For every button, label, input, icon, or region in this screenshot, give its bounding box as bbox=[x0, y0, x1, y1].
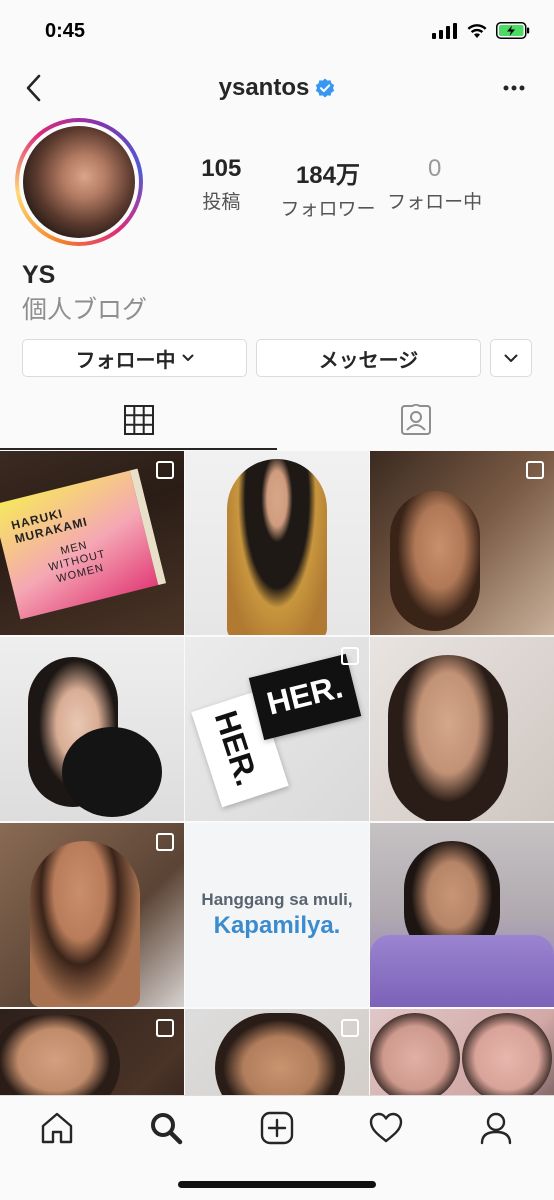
cellular-signal-icon bbox=[432, 22, 457, 39]
post-thumbnail[interactable]: Hanggang sa muli, Kapamilya. bbox=[185, 823, 369, 1007]
username: ysantos bbox=[218, 74, 310, 101]
multiple-photos-icon bbox=[156, 833, 174, 851]
profile-stats: 105 投稿 184万 フォロワー 0 フォロー中 bbox=[168, 155, 488, 221]
photo-subject bbox=[370, 1013, 460, 1095]
her-card-text: HER. bbox=[207, 706, 266, 791]
new-post-icon bbox=[260, 1111, 294, 1145]
her-card-text: HER. bbox=[263, 668, 347, 722]
grid-icon bbox=[123, 405, 154, 435]
followers-count[interactable]: 184万 フォロワー bbox=[278, 155, 378, 221]
nav-home[interactable] bbox=[37, 1108, 77, 1148]
search-icon bbox=[151, 1113, 183, 1145]
nav-new-post[interactable] bbox=[257, 1108, 297, 1148]
verified-badge-icon bbox=[316, 78, 335, 98]
profile-header: ysantos bbox=[0, 62, 554, 116]
username-title: ysantos bbox=[0, 74, 554, 102]
following-count-value: 0 bbox=[427, 155, 442, 182]
post-thumbnail[interactable]: HER. HER. bbox=[185, 637, 369, 821]
posts-grid: HARUKI MURAKAMI MEN WITHOUT WOMEN HER. H… bbox=[0, 451, 554, 1095]
multiple-photos-icon bbox=[156, 461, 174, 479]
message-button[interactable]: メッセージ bbox=[256, 339, 481, 377]
chevron-down-icon bbox=[504, 354, 518, 362]
photo-subject bbox=[0, 1015, 120, 1095]
tab-tagged[interactable] bbox=[277, 392, 554, 448]
photo-subject bbox=[30, 841, 140, 1007]
book-title: HARUKI MURAKAMI bbox=[9, 506, 90, 547]
more-options-button[interactable] bbox=[500, 76, 528, 100]
followers-count-value: 184万 bbox=[295, 162, 360, 189]
post-thumbnail[interactable] bbox=[370, 451, 554, 635]
status-icons bbox=[432, 22, 530, 39]
chevron-down-icon bbox=[182, 354, 193, 361]
following-button-label: フォロー中 bbox=[75, 349, 176, 372]
post-thumbnail[interactable] bbox=[0, 823, 184, 1007]
suggested-accounts-button[interactable] bbox=[490, 339, 532, 377]
posts-count-label: 投稿 bbox=[202, 192, 241, 213]
following-count[interactable]: 0 フォロー中 bbox=[385, 155, 485, 221]
status-time: 0:45 bbox=[45, 20, 86, 42]
profile-icon bbox=[480, 1112, 512, 1145]
posts-count-value: 105 bbox=[201, 155, 242, 182]
home-icon bbox=[41, 1112, 73, 1144]
book-subtitle: MEN WITHOUT WOMEN bbox=[47, 539, 108, 586]
followers-count-label: フォロワー bbox=[280, 199, 376, 220]
nav-search[interactable] bbox=[146, 1108, 186, 1148]
photo-subject bbox=[388, 655, 508, 821]
book-image: HARUKI MURAKAMI MEN WITHOUT WOMEN bbox=[0, 468, 167, 620]
photo-subject bbox=[390, 491, 480, 631]
wifi-icon bbox=[467, 23, 487, 38]
purple-blanket bbox=[370, 935, 554, 1007]
avatar[interactable] bbox=[15, 118, 143, 246]
tab-posts-grid[interactable] bbox=[0, 392, 277, 450]
activity-heart-icon bbox=[369, 1112, 403, 1143]
following-button[interactable]: フォロー中 bbox=[22, 339, 247, 377]
photo-subject bbox=[227, 459, 327, 635]
post-thumbnail[interactable] bbox=[370, 823, 554, 1007]
home-indicator bbox=[178, 1181, 376, 1188]
post-caption-line2: Kapamilya. bbox=[213, 912, 341, 939]
profile-name: YS bbox=[22, 261, 56, 289]
profile-category: 個人ブログ bbox=[22, 296, 148, 324]
status-bar: 0:45 bbox=[0, 0, 554, 62]
message-button-label: メッセージ bbox=[318, 349, 419, 372]
post-caption-line1: Hanggang sa muli, bbox=[201, 890, 353, 909]
post-thumbnail[interactable]: HARUKI MURAKAMI MEN WITHOUT WOMEN bbox=[0, 451, 184, 635]
posts-count[interactable]: 105 投稿 bbox=[171, 155, 271, 221]
post-thumbnail[interactable] bbox=[185, 1009, 369, 1095]
multiple-photos-icon bbox=[156, 1019, 174, 1037]
profile-tabs bbox=[0, 392, 554, 450]
black-cat bbox=[62, 727, 162, 817]
battery-charging-icon bbox=[496, 22, 530, 39]
avatar-border bbox=[19, 122, 139, 242]
post-thumbnail[interactable] bbox=[370, 637, 554, 821]
nav-activity[interactable] bbox=[366, 1108, 406, 1148]
her-card-black: HER. bbox=[248, 653, 362, 741]
post-thumbnail[interactable] bbox=[185, 451, 369, 635]
nav-profile[interactable] bbox=[476, 1108, 516, 1148]
multiple-photos-icon bbox=[341, 1019, 359, 1037]
tagged-icon bbox=[400, 404, 431, 435]
following-count-label: フォロー中 bbox=[387, 192, 483, 213]
avatar-image bbox=[23, 126, 135, 238]
photo-subject bbox=[215, 1013, 345, 1095]
multiple-photos-icon bbox=[526, 461, 544, 479]
photo-subject bbox=[462, 1013, 552, 1095]
post-thumbnail[interactable] bbox=[0, 637, 184, 821]
more-horizontal-icon bbox=[503, 85, 525, 91]
post-thumbnail[interactable] bbox=[0, 1009, 184, 1095]
multiple-photos-icon bbox=[341, 647, 359, 665]
post-thumbnail[interactable] bbox=[370, 1009, 554, 1095]
